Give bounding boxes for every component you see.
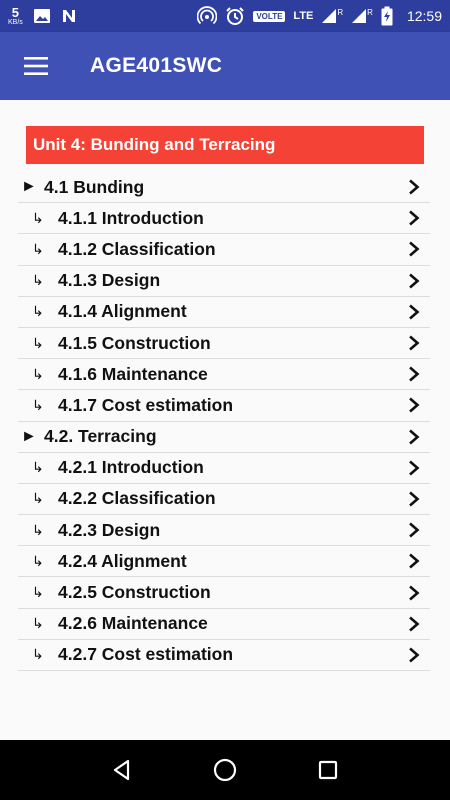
chevron-right-icon [409, 304, 420, 320]
toc-item-label: 4.1.3 Design [58, 270, 161, 291]
toc-item-label: 4.1.2 Classification [58, 238, 216, 259]
chevron-right-icon [409, 553, 420, 569]
n-app-icon [62, 10, 75, 22]
home-button[interactable] [205, 750, 245, 790]
toc-item-label: 4.1 Bunding [44, 176, 145, 197]
chevron-right-icon [409, 366, 420, 382]
volte-badge: VOLTE [253, 10, 286, 22]
subitem-arrow-icon: ↳ [32, 240, 44, 257]
toc-subsection-item[interactable]: ↳ 4.2.4 Alignment [18, 546, 430, 578]
chevron-right-icon [409, 585, 420, 601]
chevron-right-icon [409, 647, 420, 663]
clock: 12:59 [406, 8, 442, 24]
toc-subsection-item[interactable]: ↳ 4.2.5 Construction [18, 577, 430, 609]
status-bar: 5 KB/s VOLTE LTE R R 12:59 [0, 0, 450, 32]
chevron-right-icon [409, 241, 420, 257]
recents-button[interactable] [308, 750, 348, 790]
toc-item-label: 4.2.4 Alignment [58, 550, 187, 571]
toc-item-label: 4.1.1 Introduction [58, 207, 204, 228]
table-of-contents: ► 4.1 Bunding ↳ 4.1.1 Introduction ↳ 4.1.2 Cl… [18, 172, 430, 671]
subitem-arrow-icon: ↳ [32, 490, 44, 507]
chevron-right-icon [409, 335, 420, 351]
subitem-arrow-icon: ↳ [32, 615, 44, 632]
back-button[interactable] [102, 750, 142, 790]
lte-label: LTE [293, 10, 314, 22]
signal-icon [322, 9, 337, 23]
toc-section-item[interactable]: ► 4.1 Bunding [18, 172, 430, 204]
hotspot-icon [197, 6, 218, 25]
toc-subsection-item[interactable]: ↳ 4.2.2 Classification [18, 484, 430, 516]
toc-item-label: 4.1.4 Alignment [58, 301, 187, 322]
recents-square-icon [319, 760, 338, 780]
chevron-right-icon [409, 522, 420, 538]
toc-subsection-item[interactable]: ↳ 4.2.6 Maintenance [18, 609, 430, 640]
subitem-arrow-icon: ↳ [32, 646, 44, 663]
toc-subsection-item[interactable]: ↳ 4.1.1 Introduction [18, 203, 430, 235]
toc-section-item[interactable]: ► 4.2. Terracing [18, 422, 430, 453]
menu-button[interactable] [0, 32, 72, 100]
navigation-bar [0, 740, 450, 800]
content-area: Unit 4: Bunding and Terracing ► 4.1 Bundi… [0, 100, 450, 740]
subitem-arrow-icon: ↳ [32, 552, 44, 569]
chevron-right-icon [409, 273, 420, 289]
subitem-arrow-icon: ↳ [32, 396, 44, 413]
subitem-arrow-icon: ↳ [32, 209, 44, 226]
toc-subsection-item[interactable]: ↳ 4.1.4 Alignment [18, 297, 430, 328]
subitem-arrow-icon: ↳ [32, 521, 44, 538]
home-circle-icon [213, 758, 237, 782]
chevron-right-icon [409, 397, 420, 413]
status-right-group: VOLTE LTE R R 12:59 [197, 6, 442, 26]
toc-item-label: 4.1.5 Construction [58, 332, 211, 353]
subitem-arrow-icon: ↳ [32, 303, 44, 320]
toc-item-label: 4.2.6 Maintenance [58, 613, 208, 634]
app-title: AGE401SWC [90, 54, 223, 77]
roaming-label-1: R [337, 7, 344, 17]
toc-subsection-item[interactable]: ↳ 4.2.7 Cost estimation [18, 640, 430, 671]
status-left-group: 5 KB/s [8, 6, 77, 26]
subitem-arrow-icon: ↳ [32, 584, 44, 601]
subitem-arrow-icon: ↳ [32, 334, 44, 351]
toc-subsection-item[interactable]: ↳ 4.1.7 Cost estimation [18, 390, 430, 422]
chevron-right-icon [409, 179, 420, 195]
chevron-right-icon [409, 491, 420, 507]
app-bar: AGE401SWC [0, 32, 450, 100]
unit-header: Unit 4: Bunding and Terracing [26, 126, 424, 164]
toc-subsection-item[interactable]: ↳ 4.1.2 Classification [18, 234, 430, 266]
gallery-icon [33, 9, 50, 23]
section-arrow-icon: ► [21, 178, 37, 196]
chevron-right-icon [409, 429, 420, 445]
toc-item-label: 4.2.1 Introduction [58, 457, 204, 478]
chevron-right-icon [409, 460, 420, 476]
network-speed: 5 KB/s [8, 6, 23, 26]
signal-icon-2 [352, 9, 367, 23]
toc-item-label: 4.1.7 Cost estimation [58, 394, 234, 415]
toc-subsection-item[interactable]: ↳ 4.2.3 Design [18, 515, 430, 547]
toc-subsection-item[interactable]: ↳ 4.1.5 Construction [18, 328, 430, 360]
toc-item-label: 4.2.2 Classification [58, 488, 216, 509]
network-speed-unit: KB/s [8, 19, 23, 26]
battery-charging-icon [381, 6, 393, 26]
toc-item-label: 4.2. Terracing [44, 426, 157, 447]
roaming-label-2: R [367, 7, 373, 17]
toc-subsection-item[interactable]: ↳ 4.1.6 Maintenance [18, 359, 430, 391]
back-triangle-icon [113, 759, 129, 781]
toc-item-label: 4.2.3 Design [58, 519, 161, 540]
toc-item-label: 4.1.6 Maintenance [58, 363, 208, 384]
subitem-arrow-icon: ↳ [32, 459, 44, 476]
network-speed-value: 5 [11, 5, 20, 20]
subitem-arrow-icon: ↳ [32, 272, 44, 289]
section-arrow-icon: ► [21, 427, 37, 445]
toc-item-label: 4.2.5 Construction [58, 582, 211, 603]
hamburger-menu-icon [24, 57, 48, 75]
subitem-arrow-icon: ↳ [32, 365, 44, 382]
toc-subsection-item[interactable]: ↳ 4.2.1 Introduction [18, 453, 430, 484]
toc-subsection-item[interactable]: ↳ 4.1.3 Design [18, 266, 430, 297]
chevron-right-icon [409, 616, 420, 632]
toc-item-label: 4.2.7 Cost estimation [58, 644, 234, 665]
alarm-icon [226, 7, 245, 25]
chevron-right-icon [409, 210, 420, 226]
